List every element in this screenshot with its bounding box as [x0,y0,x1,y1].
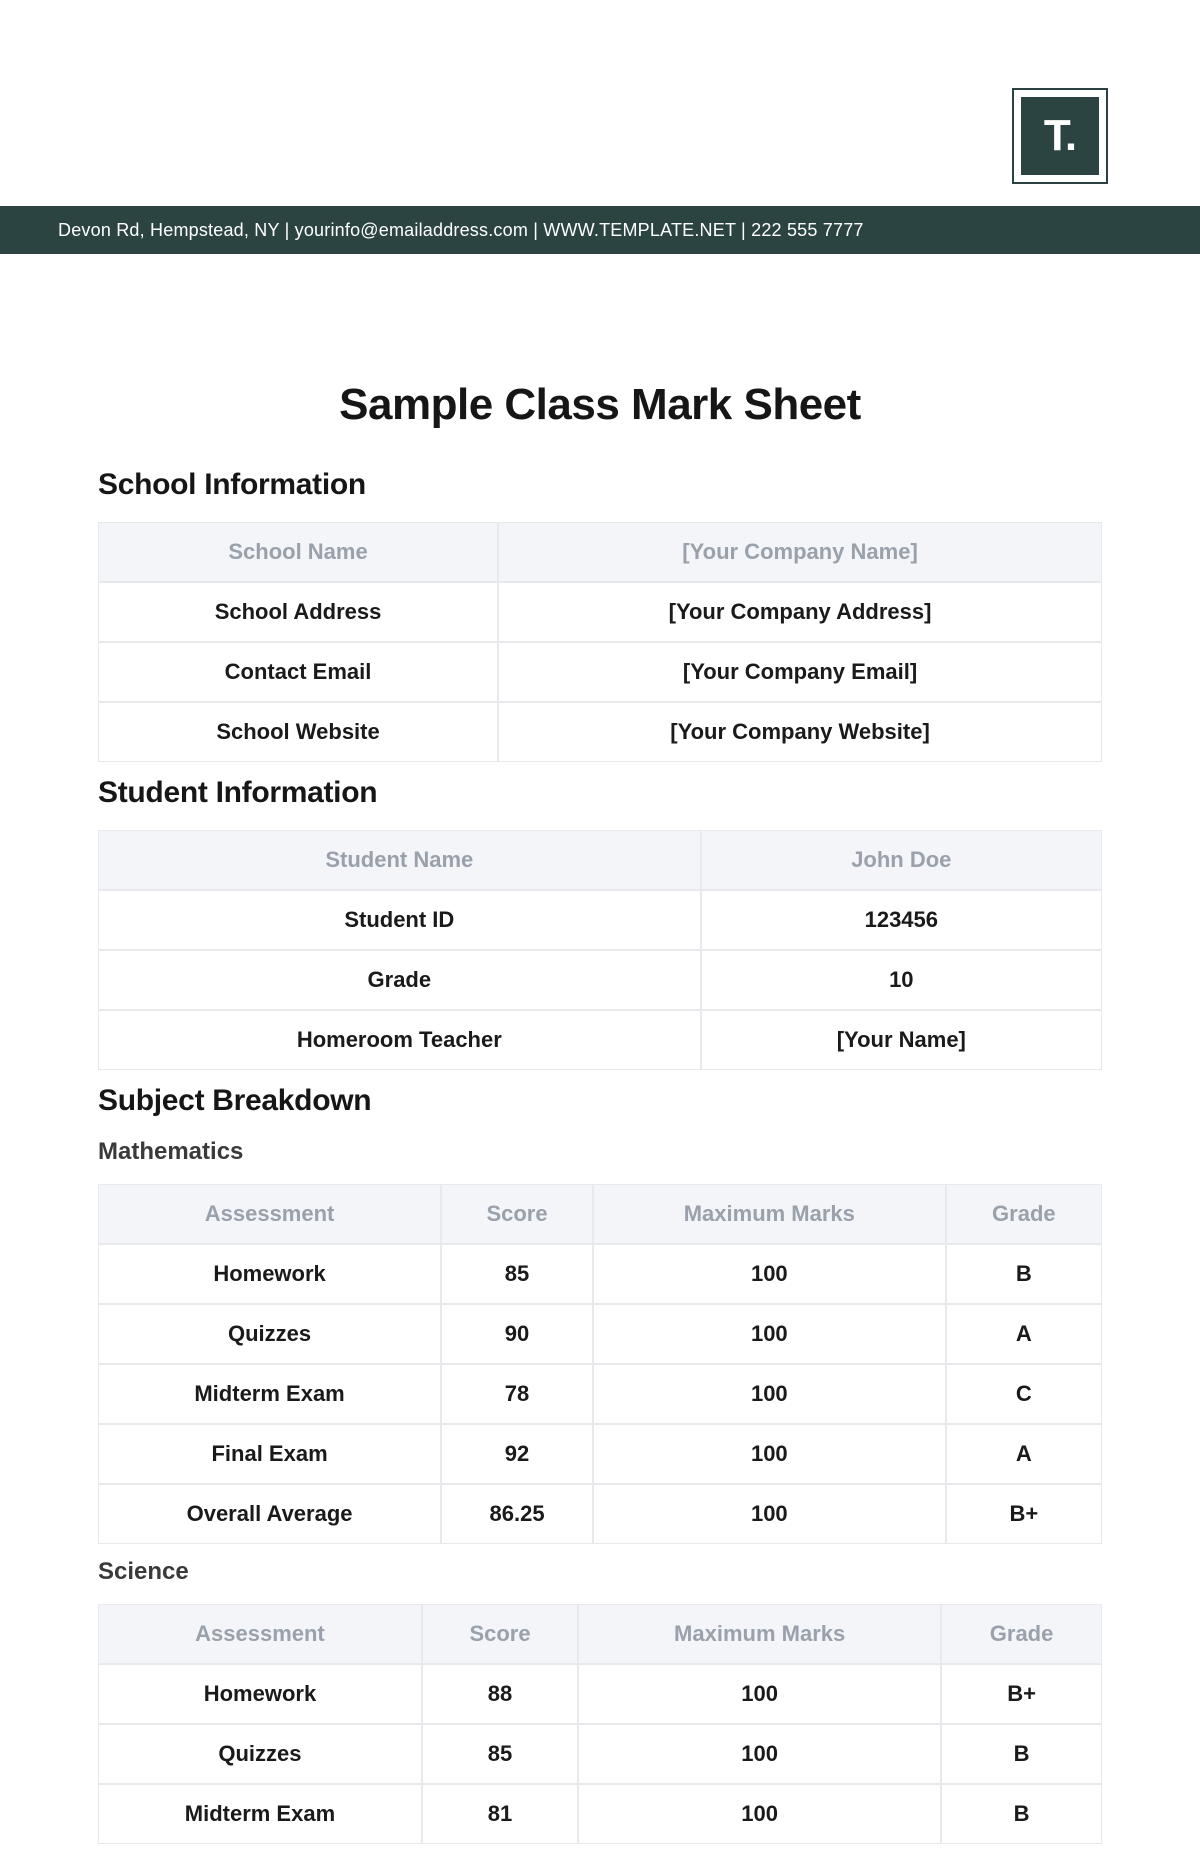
cell-assessment: Quizzes [98,1724,422,1784]
table-row: Homeroom Teacher [Your Name] [98,1010,1102,1070]
cell-grade: A [946,1304,1102,1364]
cell-score: 86.25 [441,1484,593,1544]
page-title: Sample Class Mark Sheet [98,380,1102,430]
cell-score: 92 [441,1424,593,1484]
cell-max: 100 [578,1724,941,1784]
cell-score: 78 [441,1364,593,1424]
cell-assessment: Quizzes [98,1304,441,1364]
table-row: Homework 88 100 B+ [98,1664,1102,1724]
table-row: Overall Average 86.25 100 B+ [98,1484,1102,1544]
table-row: School Name [Your Company Name] [98,522,1102,582]
col-assessment: Assessment [98,1184,441,1244]
table-row: Homework 85 100 B [98,1244,1102,1304]
logo-box: T. [1012,88,1108,184]
school-info-label: School Name [98,522,498,582]
school-info-label: School Website [98,702,498,762]
col-max: Maximum Marks [578,1604,941,1664]
cell-max: 100 [593,1244,946,1304]
table-row: Midterm Exam 81 100 B [98,1784,1102,1844]
header-contact-bar: Devon Rd, Hempstead, NY | yourinfo@email… [0,206,1200,254]
table-row: Midterm Exam 78 100 C [98,1364,1102,1424]
table-row: Quizzes 85 100 B [98,1724,1102,1784]
table-row: Final Exam 92 100 A [98,1424,1102,1484]
col-grade: Grade [941,1604,1102,1664]
student-info-value: John Doe [701,830,1102,890]
table-row: Contact Email [Your Company Email] [98,642,1102,702]
cell-max: 100 [593,1304,946,1364]
cell-score: 90 [441,1304,593,1364]
school-info-value: [Your Company Name] [498,522,1102,582]
cell-assessment: Homework [98,1244,441,1304]
logo-icon: T. [1021,97,1099,175]
cell-grade: A [946,1424,1102,1484]
col-grade: Grade [946,1184,1102,1244]
cell-grade: B+ [946,1484,1102,1544]
school-info-label: Contact Email [98,642,498,702]
cell-max: 100 [578,1784,941,1844]
col-score: Score [422,1604,578,1664]
col-assessment: Assessment [98,1604,422,1664]
table-row: School Address [Your Company Address] [98,582,1102,642]
cell-max: 100 [593,1364,946,1424]
cell-assessment: Overall Average [98,1484,441,1544]
cell-grade: B+ [941,1664,1102,1724]
cell-score: 88 [422,1664,578,1724]
cell-assessment: Midterm Exam [98,1784,422,1844]
table-row: Grade 10 [98,950,1102,1010]
student-info-label: Homeroom Teacher [98,1010,701,1070]
cell-grade: C [946,1364,1102,1424]
student-info-value: 123456 [701,890,1102,950]
header-contact-text: Devon Rd, Hempstead, NY | yourinfo@email… [58,220,864,241]
cell-score: 81 [422,1784,578,1844]
table-row: School Website [Your Company Website] [98,702,1102,762]
cell-max: 100 [578,1664,941,1724]
table-row: Quizzes 90 100 A [98,1304,1102,1364]
subject-breakdown-heading: Subject Breakdown [98,1084,1102,1118]
cell-max: 100 [593,1424,946,1484]
student-info-heading: Student Information [98,776,1102,810]
col-max: Maximum Marks [593,1184,946,1244]
student-info-label: Student ID [98,890,701,950]
grades-table-mathematics: Assessment Score Maximum Marks Grade Hom… [98,1184,1102,1544]
school-info-heading: School Information [98,468,1102,502]
cell-score: 85 [422,1724,578,1784]
table-header-row: Assessment Score Maximum Marks Grade [98,1604,1102,1664]
subject-heading-mathematics: Mathematics [98,1138,1102,1166]
table-row: Student ID 123456 [98,890,1102,950]
col-score: Score [441,1184,593,1244]
school-info-table: School Name [Your Company Name] School A… [98,522,1102,762]
cell-assessment: Homework [98,1664,422,1724]
school-info-value: [Your Company Website] [498,702,1102,762]
student-info-value: 10 [701,950,1102,1010]
school-info-label: School Address [98,582,498,642]
document-content: Sample Class Mark Sheet School Informati… [98,380,1102,1858]
cell-max: 100 [593,1484,946,1544]
grades-table-science: Assessment Score Maximum Marks Grade Hom… [98,1604,1102,1844]
cell-grade: B [941,1724,1102,1784]
school-info-value: [Your Company Address] [498,582,1102,642]
table-row: Student Name John Doe [98,830,1102,890]
subject-heading-science: Science [98,1558,1102,1586]
school-info-value: [Your Company Email] [498,642,1102,702]
table-header-row: Assessment Score Maximum Marks Grade [98,1184,1102,1244]
cell-assessment: Final Exam [98,1424,441,1484]
student-info-table: Student Name John Doe Student ID 123456 … [98,830,1102,1070]
cell-grade: B [946,1244,1102,1304]
cell-grade: B [941,1784,1102,1844]
student-info-label: Student Name [98,830,701,890]
cell-score: 85 [441,1244,593,1304]
cell-assessment: Midterm Exam [98,1364,441,1424]
student-info-label: Grade [98,950,701,1010]
student-info-value: [Your Name] [701,1010,1102,1070]
